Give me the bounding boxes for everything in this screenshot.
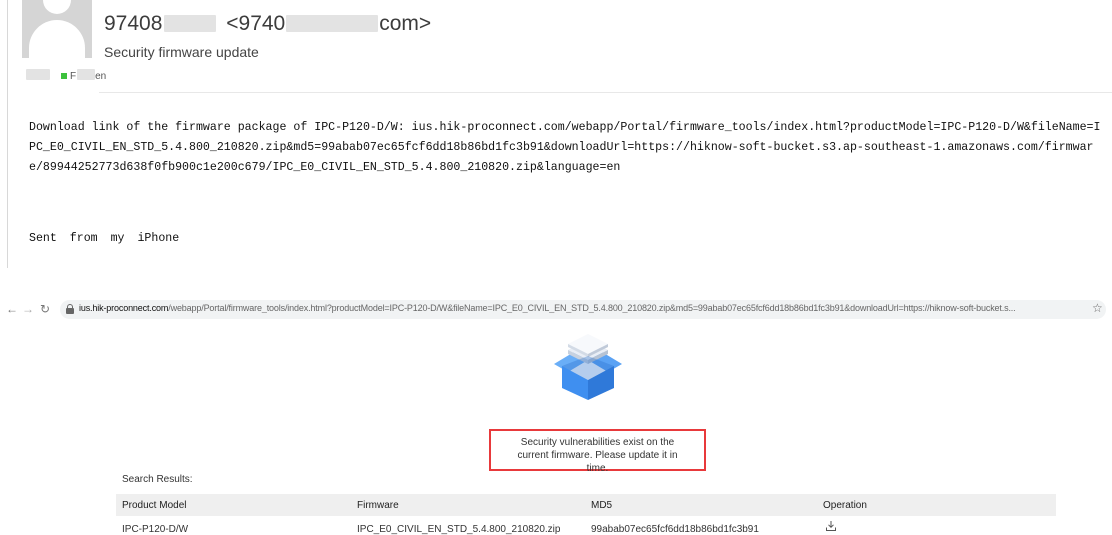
bookmark-star-icon[interactable]: ☆ bbox=[1092, 301, 1103, 315]
sender-email-end: com> bbox=[379, 12, 432, 35]
status-dot-icon bbox=[61, 73, 67, 79]
forward-arrow-icon[interactable]: → bbox=[22, 301, 34, 317]
recipient-initial: F bbox=[70, 71, 77, 82]
download-icon[interactable] bbox=[825, 520, 837, 532]
url-text[interactable]: ius.hik-proconnect.com/webapp/Portal/fir… bbox=[79, 303, 1089, 313]
cell-product-model: IPC-P120-D/W bbox=[122, 524, 189, 535]
sender-line[interactable]: 97408 <9740 com> bbox=[104, 12, 431, 36]
security-warning: Security vulnerabilities exist on the cu… bbox=[489, 429, 706, 474]
recipient-name-end: en bbox=[95, 71, 107, 82]
col-firmware: Firmware bbox=[357, 500, 399, 511]
browser-toolbar: ← → ↻ ius.hik-proconnect.com/webapp/Port… bbox=[0, 298, 1112, 322]
reload-icon[interactable]: ↻ bbox=[40, 301, 50, 317]
browser-window: ← → ↻ ius.hik-proconnect.com/webapp/Port… bbox=[0, 298, 1112, 535]
redacted-block bbox=[286, 15, 379, 32]
redacted-block bbox=[77, 69, 96, 80]
email-body: Download link of the firmware package of… bbox=[29, 118, 1104, 178]
back-arrow-icon[interactable]: ← bbox=[6, 301, 18, 317]
col-product-model: Product Model bbox=[122, 500, 187, 511]
recipient-line[interactable]: Fen bbox=[26, 69, 106, 82]
email-body-text[interactable]: Download link of the firmware package of… bbox=[29, 121, 1100, 174]
email-signature: Sent from my iPhone bbox=[29, 232, 180, 245]
redacted-block bbox=[26, 69, 50, 80]
sender-avatar bbox=[22, 0, 92, 58]
cell-md5: 99abab07ec65fcf6dd18b86bd1fc3b91 bbox=[591, 524, 759, 535]
sender-email-start: <9740 bbox=[226, 12, 286, 35]
email-subject: Security firmware update bbox=[104, 44, 259, 60]
col-md5: MD5 bbox=[591, 500, 613, 511]
sender-name: 97408 bbox=[104, 12, 163, 35]
email-message: 97408 <9740 com> Security firmware update… bbox=[0, 0, 1112, 268]
lock-icon[interactable] bbox=[66, 304, 74, 314]
cell-firmware: IPC_E0_CIVIL_EN_STD_5.4.800_210820.zip bbox=[357, 524, 561, 535]
results-table-header: Product Model Firmware MD5 Operation bbox=[116, 494, 1056, 516]
redacted-block bbox=[164, 15, 217, 32]
col-operation: Operation bbox=[823, 500, 867, 511]
email-left-border bbox=[7, 0, 8, 268]
firmware-package-icon bbox=[554, 334, 622, 400]
header-divider bbox=[99, 92, 1112, 93]
search-results-label: Search Results: bbox=[122, 474, 193, 485]
